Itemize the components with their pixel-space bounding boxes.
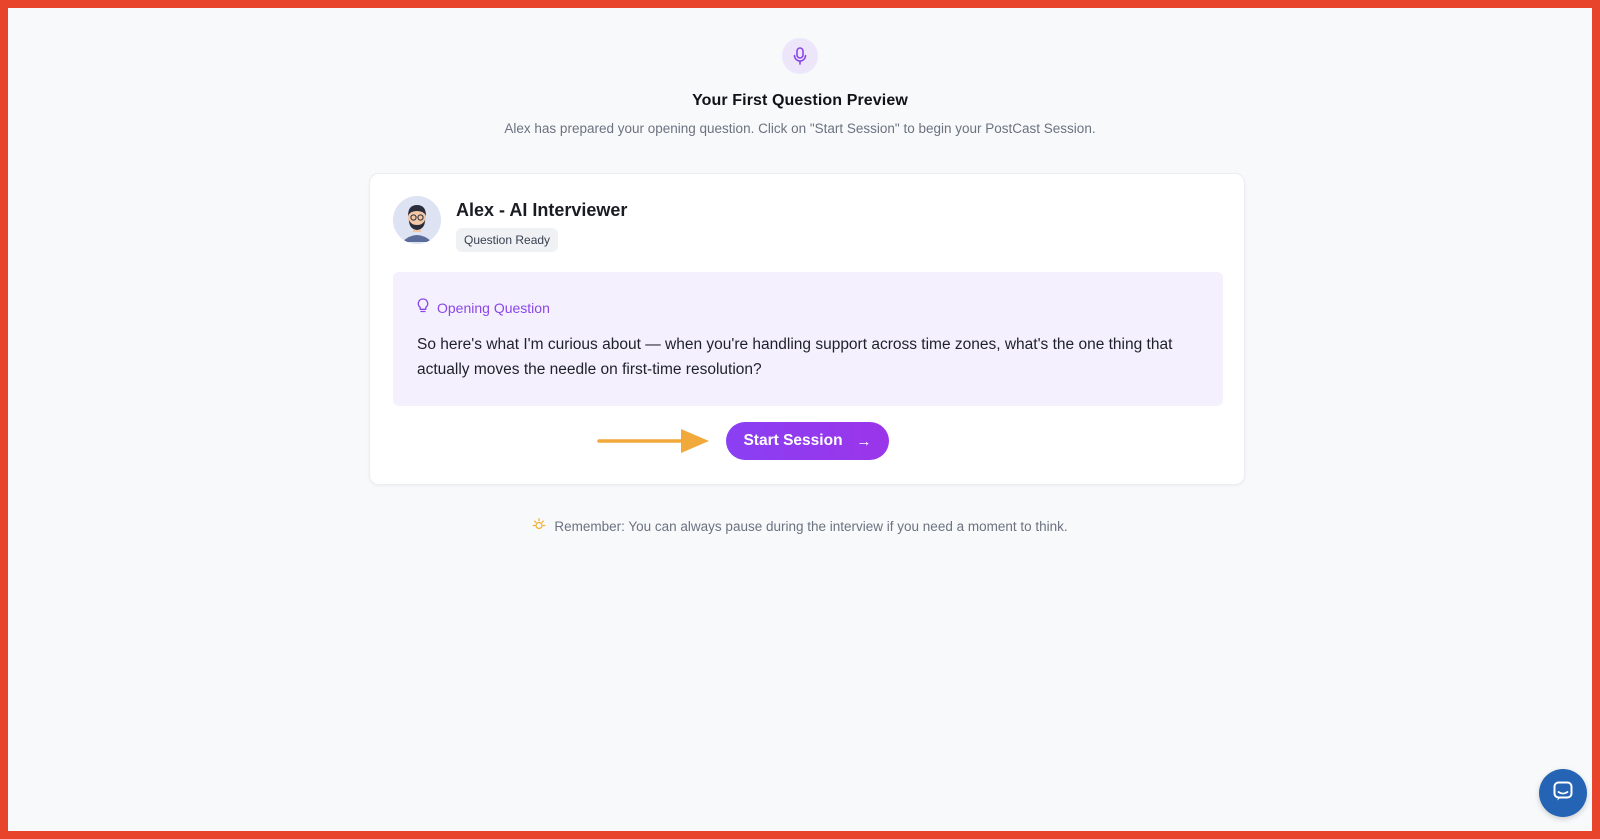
question-text: So here's what I'm curious about — when … <box>417 336 1173 378</box>
start-session-label: Start Session <box>743 432 843 449</box>
opening-question-box: Opening Question So here's what I'm curi… <box>393 272 1223 406</box>
page-header: Your First Question Preview Alex has pre… <box>8 38 1592 136</box>
avatar <box>393 196 441 244</box>
lightbulb-icon <box>417 298 429 318</box>
start-session-button[interactable]: Start Session → <box>726 422 889 460</box>
arrow-right-icon: → <box>856 432 872 450</box>
page-title: Your First Question Preview <box>692 92 908 109</box>
screenshot-frame: Your First Question Preview Alex has pre… <box>0 0 1600 839</box>
question-label-row: Opening Question <box>417 298 550 318</box>
reminder-text: Remember: You can always pause during th… <box>554 519 1068 534</box>
question-label: Opening Question <box>437 300 550 316</box>
page-subtitle: Alex has prepared your opening question.… <box>504 121 1096 136</box>
sun-icon <box>532 518 546 535</box>
interviewer-name: Alex - AI Interviewer <box>456 200 628 220</box>
arrow-right-icon <box>597 424 711 463</box>
question-card: Alex - AI Interviewer Question Ready Ope… <box>369 173 1245 485</box>
chat-launcher-button[interactable] <box>1539 769 1587 817</box>
status-badge: Question Ready <box>456 228 559 252</box>
reminder-note: Remember: You can always pause during th… <box>8 518 1592 535</box>
microphone-icon <box>782 38 818 74</box>
chat-icon <box>1552 780 1574 807</box>
